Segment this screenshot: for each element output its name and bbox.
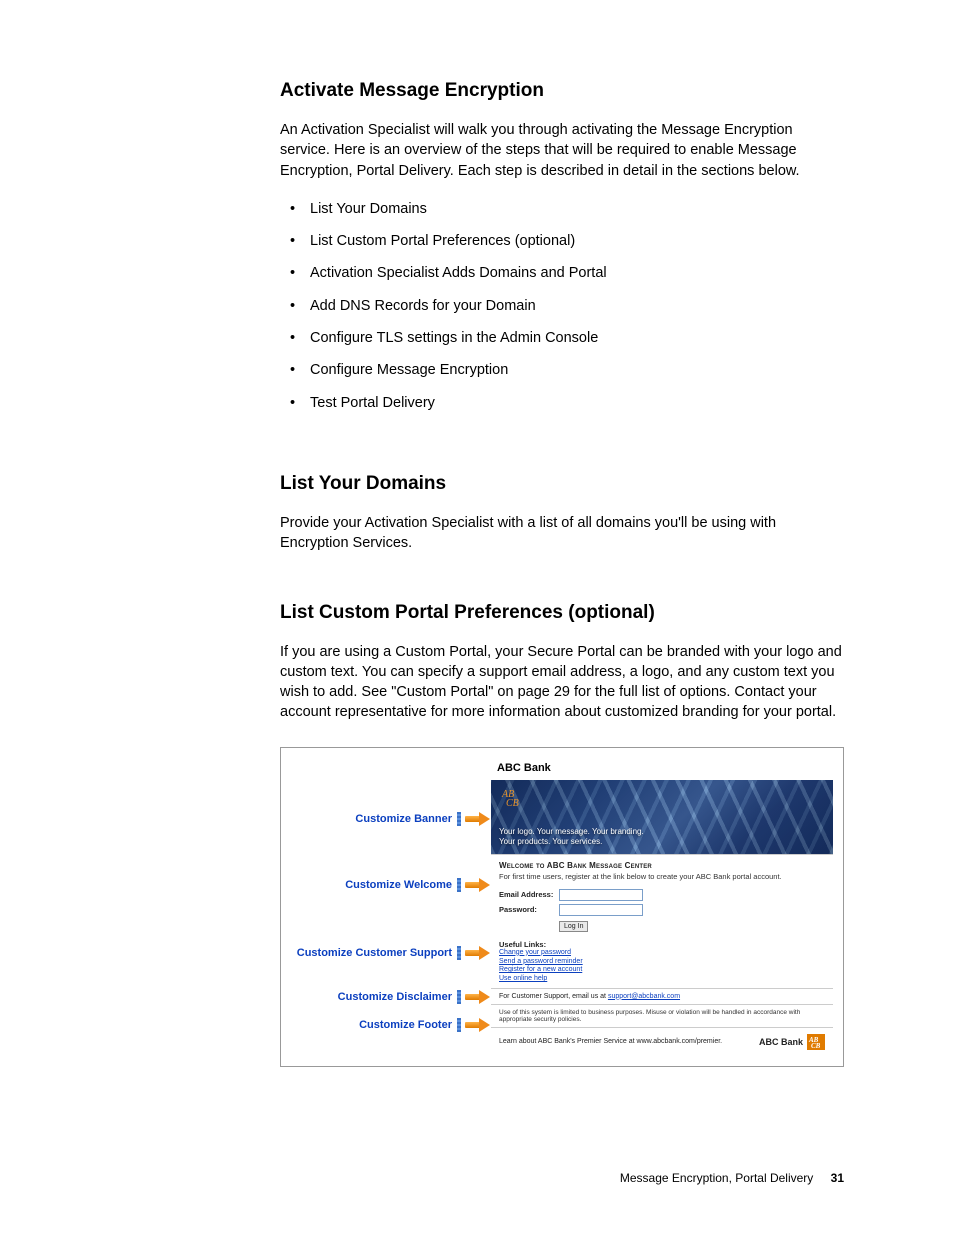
mock-footer-brand-name: ABC Bank <box>759 1037 803 1047</box>
list-item: Test Portal Delivery <box>280 393 844 413</box>
list-item: Configure Message Encryption <box>280 360 844 380</box>
arrow-right-icon <box>465 879 491 891</box>
mock-link: Use online help <box>499 975 825 984</box>
mock-footer-logo-icon: AB CB <box>807 1034 825 1050</box>
list-item: Configure TLS settings in the Admin Cons… <box>280 328 844 348</box>
mock-link: Send a password reminder <box>499 958 825 967</box>
page-footer: Message Encryption, Portal Delivery 31 <box>620 1171 844 1185</box>
list-item: Activation Specialist Adds Domains and P… <box>280 263 844 283</box>
mock-disclaimer-section: Use of this system is limited to busines… <box>491 1004 833 1027</box>
footer-title: Message Encryption, Portal Delivery <box>620 1171 813 1185</box>
mock-welcome-title: Welcome to ABC Bank Message Center <box>499 861 825 870</box>
heading-custom-portal: List Custom Portal Preferences (optional… <box>280 602 844 624</box>
mock-brand-title: ABC Bank <box>491 758 833 780</box>
mock-welcome-text: For first time users, register at the li… <box>499 872 825 881</box>
portal-mockup: ABC Bank AB CB Your logo. Your message. … <box>491 758 833 1056</box>
portal-customization-figure: Customize Banner Customize Welcome Custo… <box>280 747 844 1067</box>
heading-list-domains: List Your Domains <box>280 473 844 495</box>
mock-email-label: Email Address: <box>499 890 559 899</box>
list-item: Add DNS Records for your Domain <box>280 296 844 316</box>
steps-list: List Your Domains List Custom Portal Pre… <box>280 199 844 413</box>
mock-banner-line2: Your products. Your services. <box>499 837 602 846</box>
callout-label: Customize Banner <box>355 813 452 825</box>
drag-handle-icon <box>457 990 461 1004</box>
callout-support: Customize Customer Support <box>297 946 491 960</box>
mock-footer-text: Learn about ABC Bank's Premier Service a… <box>499 1038 722 1045</box>
mock-welcome-section: Welcome to ABC Bank Message Center For f… <box>491 854 833 988</box>
mock-password-row: Password: <box>499 904 825 916</box>
svg-text:CB: CB <box>506 798 519 807</box>
list-item: List Your Domains <box>280 199 844 219</box>
callout-label: Customize Disclaimer <box>338 991 452 1003</box>
drag-handle-icon <box>457 878 461 892</box>
arrow-right-icon <box>465 813 491 825</box>
arrow-right-icon <box>465 947 491 959</box>
mock-footer-brand: ABC Bank AB CB <box>759 1034 825 1050</box>
drag-handle-icon <box>457 1018 461 1032</box>
mock-footer-section: Learn about ABC Bank's Premier Service a… <box>491 1027 833 1056</box>
mock-link: Register for a new account <box>499 966 825 975</box>
mock-banner-text: Your logo. Your message. Your branding. … <box>499 827 644 848</box>
mock-link: Change your password <box>499 949 825 958</box>
list-item: List Custom Portal Preferences (optional… <box>280 231 844 251</box>
callout-column: Customize Banner Customize Welcome Custo… <box>291 758 491 1056</box>
mock-email-input <box>559 889 643 901</box>
callout-label: Customize Customer Support <box>297 947 452 959</box>
mock-login-button: Log In <box>559 921 588 932</box>
drag-handle-icon <box>457 946 461 960</box>
mock-password-input <box>559 904 643 916</box>
callout-banner: Customize Banner <box>355 812 491 826</box>
custom-portal-text: If you are using a Custom Portal, your S… <box>280 642 844 723</box>
drag-handle-icon <box>457 812 461 826</box>
mock-logo-icon: AB CB <box>499 786 525 808</box>
mock-banner-line1: Your logo. Your message. Your branding. <box>499 827 644 836</box>
mock-email-row: Email Address: <box>499 889 825 901</box>
arrow-right-icon <box>465 991 491 1003</box>
mock-password-label: Password: <box>499 905 559 914</box>
page-number: 31 <box>831 1171 844 1185</box>
callout-welcome: Customize Welcome <box>345 878 491 892</box>
callout-disclaimer: Customize Disclaimer <box>338 990 491 1004</box>
callout-footer: Customize Footer <box>359 1018 491 1032</box>
mock-links-title: Useful Links: <box>499 940 825 949</box>
heading-activate: Activate Message Encryption <box>280 80 844 102</box>
mock-support-prefix: For Customer Support, email us at <box>499 993 608 1000</box>
arrow-right-icon <box>465 1019 491 1031</box>
list-domains-text: Provide your Activation Specialist with … <box>280 513 844 554</box>
mock-support-section: For Customer Support, email us at suppor… <box>491 988 833 1004</box>
intro-paragraph: An Activation Specialist will walk you t… <box>280 120 844 181</box>
svg-text:CB: CB <box>811 1042 821 1049</box>
mock-banner: AB CB Your logo. Your message. Your bran… <box>491 780 833 854</box>
mock-support-email: support@abcbank.com <box>608 993 680 1000</box>
callout-label: Customize Footer <box>359 1019 452 1031</box>
callout-label: Customize Welcome <box>345 879 452 891</box>
